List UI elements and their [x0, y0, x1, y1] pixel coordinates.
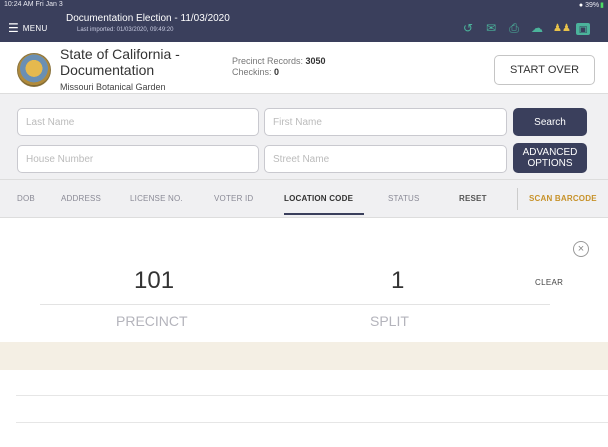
- status-indicators: ● 39%▮: [579, 1, 604, 9]
- first-name-input[interactable]: First Name: [264, 108, 507, 136]
- split-value[interactable]: 1: [391, 267, 404, 295]
- split-caption: SPLIT: [370, 313, 409, 329]
- cloud-upload-icon[interactable]: ☁: [530, 22, 544, 35]
- menu-button[interactable]: ☰ MENU: [8, 21, 48, 35]
- advanced-options-button[interactable]: ADVANCED OPTIONS: [513, 143, 587, 173]
- search-panel: Last Name First Name Search House Number…: [0, 94, 608, 180]
- result-row-divider: [16, 395, 608, 396]
- battery-icon: ▮: [600, 2, 604, 9]
- printer-icon[interactable]: ⎙: [507, 22, 521, 35]
- search-button[interactable]: Search: [513, 108, 587, 136]
- checkins-label: Checkins:: [232, 67, 275, 77]
- last-name-input[interactable]: Last Name: [17, 108, 259, 136]
- mail-icon[interactable]: ✉: [484, 22, 498, 35]
- hamburger-icon: ☰: [8, 21, 19, 35]
- status-time: 10:24 AM Fri Jan 3: [4, 1, 63, 8]
- active-tab-indicator: [284, 213, 364, 215]
- state-seal-icon: [17, 53, 51, 87]
- top-bar: 10:24 AM Fri Jan 3 ● 39%▮ ☰ MENU Document…: [0, 0, 608, 42]
- last-imported: Last imported: 01/03/2020, 09:49:20: [77, 27, 174, 33]
- tab-divider: [517, 188, 518, 210]
- scan-barcode-button[interactable]: SCAN BARCODE: [529, 194, 597, 203]
- toolbar-icons: ↺ ✉ ⎙ ☁ ♟♟ ▣: [461, 22, 590, 35]
- tab-address[interactable]: ADDRESS: [61, 194, 101, 203]
- wifi-icon: ●: [578, 2, 584, 9]
- header: State of California - Documentation Miss…: [0, 42, 608, 94]
- precinct-records: Precinct Records: 3050: [232, 56, 326, 66]
- tab-voter-id[interactable]: VOTER ID: [214, 194, 253, 203]
- divider: [40, 304, 550, 305]
- start-over-button[interactable]: START OVER: [494, 55, 595, 85]
- precinct-value[interactable]: 101: [134, 267, 174, 295]
- checkins-value: 0: [274, 67, 280, 77]
- tab-license-no[interactable]: LICENSE NO.: [130, 194, 183, 203]
- tab-status[interactable]: STATUS: [388, 194, 420, 203]
- clear-button[interactable]: CLEAR: [535, 278, 563, 287]
- search-tabs: DOB ADDRESS LICENSE NO. VOTER ID LOCATIO…: [0, 180, 608, 218]
- house-number-input[interactable]: House Number: [17, 145, 259, 173]
- result-row-divider: [16, 422, 608, 423]
- users-icon[interactable]: ♟♟: [553, 22, 571, 35]
- battery-level: 39%: [585, 2, 600, 9]
- org-name: State of California - Documentation: [60, 46, 180, 78]
- tab-dob[interactable]: DOB: [17, 194, 35, 203]
- precinct-caption: PRECINCT: [116, 313, 188, 329]
- precinct-records-label: Precinct Records:: [232, 56, 306, 66]
- close-icon[interactable]: ×: [573, 241, 589, 257]
- screen-icon[interactable]: ▣: [576, 22, 590, 35]
- street-name-input[interactable]: Street Name: [264, 145, 507, 173]
- election-title: Documentation Election - 11/03/2020: [66, 13, 230, 24]
- tab-location-code[interactable]: LOCATION CODE: [284, 194, 353, 203]
- reset-button[interactable]: RESET: [459, 194, 487, 203]
- menu-label: MENU: [22, 23, 48, 33]
- checkins: Checkins: 0: [232, 67, 279, 77]
- precinct-records-value: 3050: [305, 56, 326, 66]
- result-row-highlight[interactable]: [0, 342, 608, 370]
- site-name: Missouri Botanical Garden: [60, 82, 166, 92]
- history-icon[interactable]: ↺: [461, 22, 475, 35]
- location-code-panel: × 101 1 CLEAR PRECINCT SPLIT: [0, 218, 608, 447]
